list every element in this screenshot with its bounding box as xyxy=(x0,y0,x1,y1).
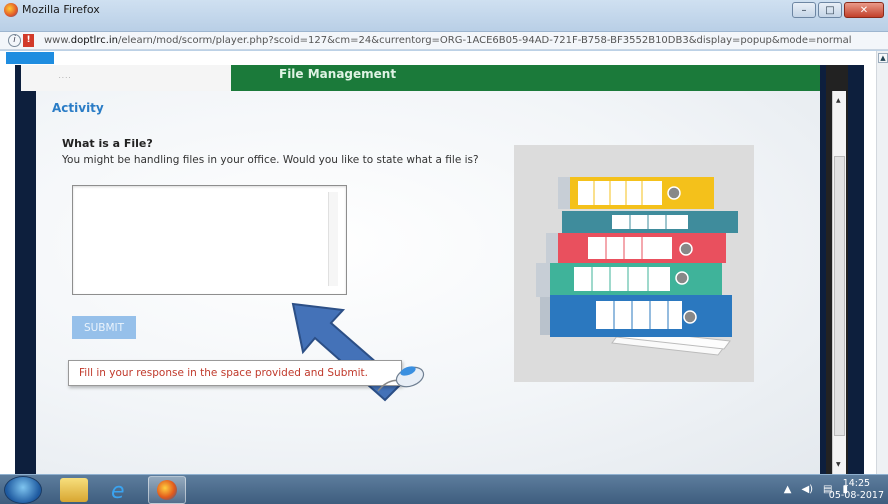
scroll-up-icon[interactable]: ▲ xyxy=(836,97,841,104)
scroll-down-icon[interactable]: ▼ xyxy=(836,461,841,468)
instruction-callout: Fill in your response in the space provi… xyxy=(68,360,402,386)
clock-date: 05-08-2017 xyxy=(828,490,884,501)
page-scrollbar[interactable]: ▲ xyxy=(876,51,888,474)
file-stack-illustration xyxy=(514,145,754,382)
volume-icon[interactable]: ◀) xyxy=(801,484,813,495)
clock-time: 14:25 xyxy=(842,478,871,489)
internet-explorer-icon[interactable]: e xyxy=(106,478,134,504)
firefox-logo-icon xyxy=(157,480,177,500)
url-prefix: www. xyxy=(44,35,71,46)
logo-text: . . . . xyxy=(59,74,71,80)
close-button[interactable]: ✕ xyxy=(844,2,884,18)
question-text: You might be handling files in your offi… xyxy=(62,154,479,166)
site-info-icon[interactable]: i xyxy=(8,34,21,47)
instruction-text: Fill in your response in the space provi… xyxy=(79,367,368,379)
logo-strip: . . . . xyxy=(21,65,231,91)
activity-slide: Activity What is a File? You might be ha… xyxy=(36,91,820,474)
mouse-icon xyxy=(377,366,425,392)
binder-stack-image xyxy=(536,177,738,356)
insecure-warning-icon[interactable]: ! xyxy=(23,34,34,47)
window-title: Mozilla Firefox xyxy=(22,3,100,16)
url-host: doptlrc.in xyxy=(70,35,118,46)
system-clock[interactable]: 14:25 05-08-2017 xyxy=(829,478,884,502)
start-button[interactable] xyxy=(4,476,42,504)
toolbar-tab[interactable] xyxy=(6,52,54,64)
url-path: /elearn/mod/scorm/player.php?scoid=127&c… xyxy=(118,35,852,46)
page-scroll-up-icon[interactable]: ▲ xyxy=(878,53,888,63)
answer-box[interactable] xyxy=(72,185,347,295)
window-controls: – □ ✕ xyxy=(792,2,884,18)
answer-scrollbar[interactable] xyxy=(328,192,338,286)
tray-expand-icon[interactable]: ▲ xyxy=(784,484,792,495)
module-title: File Management xyxy=(279,67,397,81)
section-title: Activity xyxy=(52,101,104,115)
scrollbar-thumb[interactable] xyxy=(834,156,845,436)
submit-button[interactable]: SUBMIT xyxy=(72,316,136,339)
maximize-button[interactable]: □ xyxy=(818,2,842,18)
explorer-folder-icon[interactable] xyxy=(60,478,88,502)
taskbar: e ▲ ◀) ▤ ▮ 14:25 05-08-2017 xyxy=(0,474,888,504)
slide-scrollbar[interactable]: ▲ ▼ xyxy=(832,91,846,474)
window-titlebar: Mozilla Firefox – □ ✕ xyxy=(0,0,888,32)
question-title: What is a File? xyxy=(62,137,153,150)
url-text[interactable]: www.doptlrc.in/elearn/mod/scorm/player.p… xyxy=(44,35,851,46)
browser-content: . . . . File Management Activity What is… xyxy=(0,51,888,474)
firefox-taskbar-icon[interactable] xyxy=(148,476,186,504)
player-header: . . . . File Management xyxy=(21,65,820,91)
svg-text:e: e xyxy=(111,479,125,502)
url-bar[interactable]: i ! www.doptlrc.in/elearn/mod/scorm/play… xyxy=(0,32,888,50)
minimize-button[interactable]: – xyxy=(792,2,816,18)
answer-textarea[interactable] xyxy=(73,186,346,294)
firefox-icon xyxy=(4,3,18,17)
